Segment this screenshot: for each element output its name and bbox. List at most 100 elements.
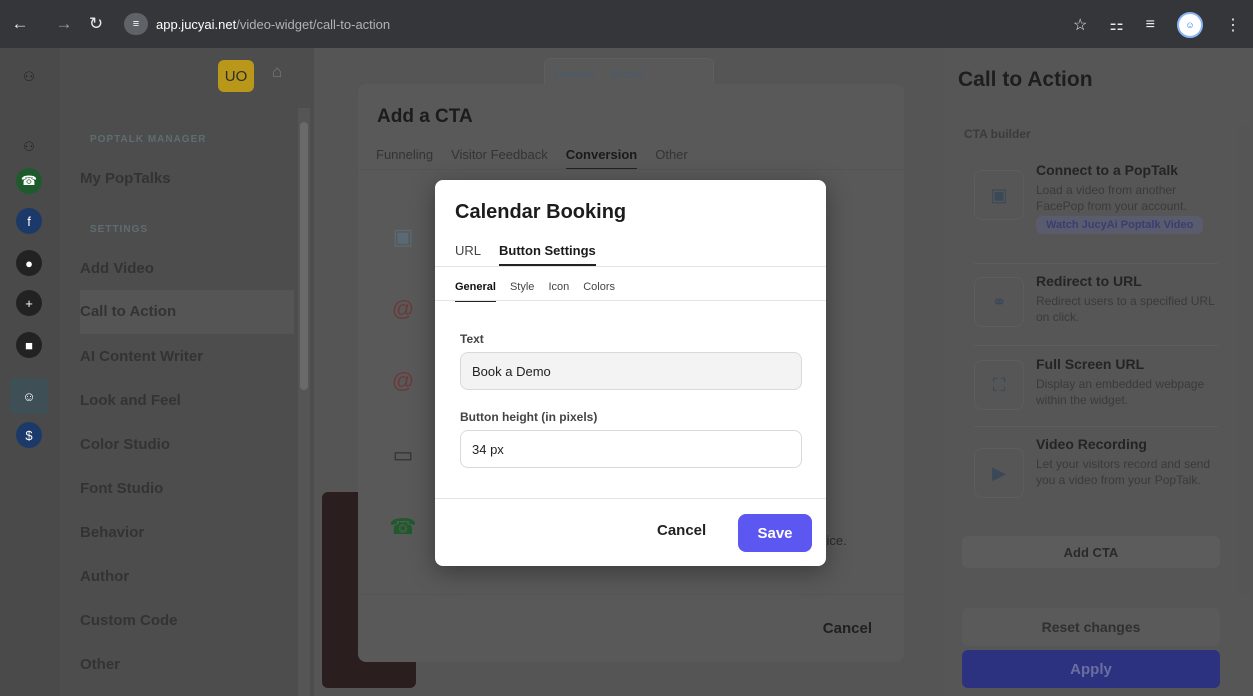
- sidebar-item-color-studio[interactable]: Color Studio: [80, 436, 294, 453]
- calendar-booking-modal: Calendar Booking URL Button Settings Gen…: [435, 180, 826, 566]
- button-height-input[interactable]: [460, 430, 802, 468]
- message-icon[interactable]: ■: [16, 332, 42, 358]
- tab-visitor-feedback[interactable]: Visitor Feedback: [451, 147, 548, 170]
- desktop-toggle[interactable]: Desktop: [555, 69, 595, 81]
- reload-icon[interactable]: ↻: [84, 14, 108, 34]
- card-title: Video Recording: [1036, 436, 1147, 452]
- save-button[interactable]: Save: [738, 514, 812, 552]
- panel-title: Call to Action: [958, 68, 1093, 91]
- text-field-label: Text: [460, 332, 484, 346]
- card-title: Redirect to URL: [1036, 273, 1142, 289]
- divider: [358, 594, 904, 595]
- apply-button[interactable]: Apply: [962, 650, 1220, 688]
- tab-other[interactable]: Other: [655, 147, 688, 170]
- button-settings-subtabs: General Style Icon Colors: [455, 281, 615, 302]
- url-host: app.jucyai.net: [156, 16, 237, 32]
- modal-title: Add a CTA: [377, 106, 473, 127]
- back-icon[interactable]: ←: [8, 14, 32, 34]
- divider: [974, 345, 1218, 346]
- tab-url[interactable]: URL: [455, 243, 481, 266]
- dollar-icon[interactable]: $: [16, 422, 42, 448]
- logo-icon[interactable]: ⚇: [16, 64, 42, 90]
- logo-icon[interactable]: ⚇: [16, 134, 42, 160]
- media-control-icon[interactable]: ≡: [1146, 16, 1155, 34]
- cta-card-redirect-url[interactable]: ⚭ Redirect to URL Redirect users to a sp…: [974, 273, 1214, 333]
- divider: [435, 498, 826, 499]
- subtab-colors[interactable]: Colors: [583, 281, 615, 302]
- card-description: Let your visitors record and send you a …: [1036, 457, 1211, 487]
- card-description: Display an embedded webpage within the w…: [1036, 377, 1205, 407]
- text-field-icon[interactable]: ▭: [388, 440, 418, 470]
- panel-scrollbar[interactable]: [1238, 126, 1250, 594]
- tab-button-settings[interactable]: Button Settings: [499, 243, 596, 266]
- browser-menu-icon[interactable]: ⋮: [1225, 15, 1241, 35]
- address-bar[interactable]: ≡ app.jucyai.net /video-widget/call-to-a…: [124, 8, 884, 40]
- whatsapp-icon[interactable]: ☎: [16, 168, 42, 194]
- sidebar-item-custom-code[interactable]: Custom Code: [80, 612, 294, 629]
- height-field-label: Button height (in pixels): [460, 410, 598, 424]
- cta-card-video-recording[interactable]: ▶ Video Recording Let your visitors reco…: [974, 436, 1214, 516]
- section-heading-settings: SETTINGS: [90, 224, 149, 235]
- facebook-icon[interactable]: f: [16, 208, 42, 234]
- tab-funneling[interactable]: Funneling: [376, 147, 433, 170]
- button-text-input[interactable]: [460, 352, 802, 390]
- panel-subtitle: CTA builder: [964, 127, 1031, 141]
- widget-icon[interactable]: ☺: [10, 378, 48, 414]
- subtab-icon[interactable]: Icon: [548, 281, 569, 302]
- sidebar-item-behavior[interactable]: Behavior: [80, 524, 294, 541]
- chat-icon[interactable]: ●: [16, 250, 42, 276]
- subtab-style[interactable]: Style: [510, 281, 534, 302]
- video-recording-icon: ▶: [974, 448, 1024, 498]
- sidebar-item-add-video[interactable]: Add Video: [80, 260, 294, 277]
- cta-category-tabs: Funneling Visitor Feedback Conversion Ot…: [376, 147, 688, 170]
- add-cta-button[interactable]: Add CTA: [962, 536, 1220, 568]
- subtab-general[interactable]: General: [455, 281, 496, 302]
- extensions-icon[interactable]: ⚏: [1109, 15, 1123, 35]
- card-title: Connect to a PopTalk: [1036, 162, 1179, 178]
- phone-icon[interactable]: ☎: [388, 512, 418, 542]
- sidebar-item-ai-content-writer[interactable]: AI Content Writer: [80, 348, 294, 365]
- site-settings-icon[interactable]: ≡: [124, 13, 148, 35]
- fullscreen-icon: ⛶: [974, 360, 1024, 410]
- divider: [974, 426, 1218, 427]
- image-placeholder-icon: ▣: [974, 170, 1024, 220]
- sidebar-item-font-studio[interactable]: Font Studio: [80, 480, 294, 497]
- sidebar-item-other[interactable]: Other: [80, 656, 294, 673]
- cta-card-full-screen-url[interactable]: ⛶ Full Screen URL Display an embedded we…: [974, 356, 1214, 416]
- sidebar-item-author[interactable]: Author: [80, 568, 294, 585]
- booking-tabs: URL Button Settings: [455, 243, 596, 266]
- tab-conversion[interactable]: Conversion: [565, 147, 638, 170]
- link-icon: ⚭: [974, 277, 1024, 327]
- at-sign-icon[interactable]: @: [388, 366, 418, 396]
- browser-toolbar: ← → ↻ ≡ app.jucyai.net /video-widget/cal…: [0, 0, 1253, 48]
- watch-video-badge[interactable]: Watch JucyAi Poptalk Video: [1036, 216, 1204, 234]
- divider: [435, 266, 826, 267]
- profile-avatar[interactable]: ☺: [1177, 12, 1203, 38]
- at-sign-icon[interactable]: @: [388, 294, 418, 324]
- cta-card-connect-poptalk[interactable]: ▣ Connect to a PopTalk Load a video from…: [974, 162, 1214, 252]
- mobile-toggle[interactable]: Mobile: [611, 69, 643, 81]
- url-path: /video-widget/call-to-action: [236, 16, 391, 32]
- cancel-button[interactable]: Cancel: [657, 522, 706, 539]
- forward-icon[interactable]: →: [52, 14, 76, 34]
- calendar-icon[interactable]: ▣: [388, 222, 418, 252]
- section-heading-manager: POPTALK MANAGER: [90, 134, 207, 145]
- sidebar-item-call-to-action[interactable]: Call to Action: [80, 290, 294, 334]
- sidebar-item-my-poptalks[interactable]: My PopTalks: [80, 170, 294, 187]
- divider: [974, 263, 1218, 264]
- divider: [358, 169, 904, 170]
- sidebar-item-look-and-feel[interactable]: Look and Feel: [80, 392, 294, 409]
- cta-panel: Call to Action CTA builder ▣ Connect to …: [944, 48, 1253, 696]
- cancel-button[interactable]: Cancel: [823, 620, 872, 637]
- card-description: Load a video from another FacePop from y…: [1036, 183, 1187, 213]
- divider: [435, 300, 826, 301]
- sidebar-scrollbar-thumb[interactable]: [300, 122, 308, 390]
- reset-changes-button[interactable]: Reset changes: [962, 608, 1220, 646]
- card-title: Full Screen URL: [1036, 356, 1145, 372]
- sidebar: UO ⌂ POPTALK MANAGER My PopTalks SETTING…: [60, 48, 314, 696]
- modal-title: Calendar Booking: [455, 201, 627, 223]
- home-icon[interactable]: ⌂: [272, 62, 282, 82]
- user-initials-badge[interactable]: UO: [218, 60, 254, 92]
- bookmark-star-icon[interactable]: ☆: [1073, 15, 1087, 35]
- plus-icon[interactable]: +: [16, 290, 42, 316]
